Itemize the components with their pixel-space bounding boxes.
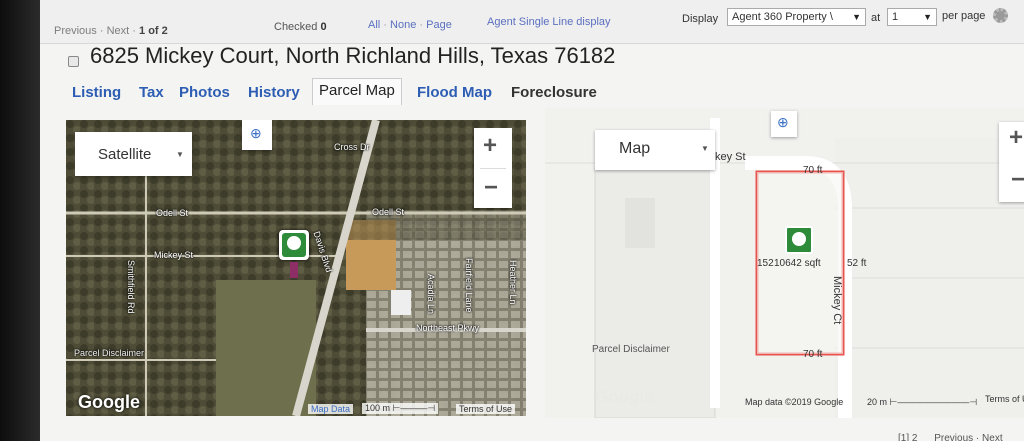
road-label: Mickey St xyxy=(154,250,194,260)
checked-count: Checked 0 xyxy=(274,21,327,33)
google-logo: Google xyxy=(595,387,654,406)
satellite-map[interactable]: Satellite ▼ ⊕ + − Cross Dr Odell St Odel… xyxy=(66,120,526,416)
zoom-out-button[interactable]: − xyxy=(1011,166,1024,194)
tab-tax[interactable]: Tax xyxy=(139,84,164,101)
parcel-disclaimer-link[interactable]: Parcel Disclaimer xyxy=(592,344,670,355)
browser-viewport: Previous · Next · 1 of 2 Checked 0 All ·… xyxy=(40,0,1024,441)
per-page-select[interactable]: 1 ▼ xyxy=(887,8,937,26)
road-label: Odell St xyxy=(156,208,189,218)
chevron-down-icon: ▼ xyxy=(923,12,932,22)
select-page-link[interactable]: Page xyxy=(426,19,452,31)
road-label: Fairfield Lane xyxy=(464,258,474,313)
zoom-out-button[interactable]: − xyxy=(484,174,498,202)
tree-icon xyxy=(792,232,806,246)
tab-history[interactable]: History xyxy=(248,84,300,101)
page-title: 6825 Mickey Court, North Richland Hills,… xyxy=(90,43,616,68)
scale-bar: 20 m ⊢————————⊣ xyxy=(867,397,978,407)
tab-foreclosure[interactable]: Foreclosure xyxy=(511,84,597,101)
caret-down-icon: ▼ xyxy=(176,150,184,159)
street-label: Mickey Ct xyxy=(831,276,843,325)
gear-icon[interactable] xyxy=(993,8,1008,23)
dimension-left: 152 xyxy=(757,258,774,269)
caret-down-icon: ▼ xyxy=(701,144,709,153)
tab-parcel-map[interactable]: Parcel Map xyxy=(312,78,402,105)
dimension-right: 52 ft xyxy=(847,258,867,269)
results-toolbar: Previous · Next · 1 of 2 Checked 0 All ·… xyxy=(40,0,1024,44)
zoom-in-button[interactable]: + xyxy=(1009,124,1023,152)
map-type-map-button[interactable]: Map ▼ xyxy=(595,130,715,170)
road-label: Odell St xyxy=(372,207,405,217)
parcel-map[interactable]: Map ▼ ⊕ + − key St 70 ft 70 ft 152 52 ft… xyxy=(545,108,1024,418)
scale-bar: 100 m ⊢———⊣ xyxy=(362,403,439,414)
crosshair-icon: ⊕ xyxy=(777,114,789,130)
tab-flood-map[interactable]: Flood Map xyxy=(417,84,492,101)
google-logo: Google xyxy=(78,392,140,412)
property-marker[interactable] xyxy=(785,226,813,254)
road-label: Acadia Ln xyxy=(426,274,436,315)
at-label: at xyxy=(871,12,881,24)
display-select[interactable]: Agent 360 Property \ ▼ xyxy=(727,8,866,26)
footer-nav[interactable]: Previous · Next xyxy=(934,433,1002,441)
page-count: 1 of 2 xyxy=(139,25,168,37)
crosshair-button[interactable]: ⊕ xyxy=(771,111,797,137)
chevron-down-icon: ▼ xyxy=(852,12,861,22)
dimension-bottom: 70 ft xyxy=(803,349,823,360)
map-data-link[interactable]: Map Data xyxy=(308,404,354,414)
road-label: Cross Dr xyxy=(334,142,370,152)
tab-listing[interactable]: Listing xyxy=(72,84,121,101)
previous-link[interactable]: Previous xyxy=(54,25,97,37)
dimension-top: 70 ft xyxy=(803,165,823,176)
road-label: Northeast Pkwy xyxy=(416,323,480,333)
zoom-in-button[interactable]: + xyxy=(483,132,497,160)
tree-icon xyxy=(287,236,301,250)
footer-pages[interactable]: [1] 2 xyxy=(898,433,917,441)
parcel-disclaimer-link[interactable]: Parcel Disclaimer xyxy=(74,348,144,358)
terms-link[interactable]: Terms of Use xyxy=(456,404,516,414)
crosshair-button[interactable]: ⊕ xyxy=(242,120,272,150)
listing-checkbox[interactable] xyxy=(68,56,79,67)
street-label: key St xyxy=(715,151,746,163)
agent-display-link[interactable]: Agent Single Line display xyxy=(487,16,611,28)
display-label: Display xyxy=(682,13,719,25)
terms-link[interactable]: Terms of Use xyxy=(985,394,1024,404)
parcel-area: 10642 sqft xyxy=(774,258,821,269)
select-links: All · None · Page xyxy=(368,19,452,31)
next-link[interactable]: Next xyxy=(107,25,130,37)
tab-photos[interactable]: Photos xyxy=(179,84,230,101)
crosshair-icon: ⊕ xyxy=(250,125,262,141)
select-none-link[interactable]: None xyxy=(390,19,416,31)
road-label: Smithfield Rd xyxy=(126,260,136,314)
zoom-control: + − xyxy=(999,122,1024,202)
parcel-highlight xyxy=(290,262,298,278)
zoom-control: + − xyxy=(474,128,512,208)
select-all-link[interactable]: All xyxy=(368,19,380,31)
property-marker[interactable] xyxy=(279,230,309,260)
footer-pager: [1] 2 Previous · Next xyxy=(898,433,1003,441)
map-data-attribution: Map data ©2019 Google xyxy=(745,397,844,407)
monitor-bezel xyxy=(0,0,40,441)
pager: Previous · Next · 1 of 2 xyxy=(54,25,168,37)
road-label: Heather Ln xyxy=(508,260,518,305)
map-type-satellite-button[interactable]: Satellite ▼ xyxy=(75,132,192,176)
per-page-label: per page xyxy=(942,10,986,22)
